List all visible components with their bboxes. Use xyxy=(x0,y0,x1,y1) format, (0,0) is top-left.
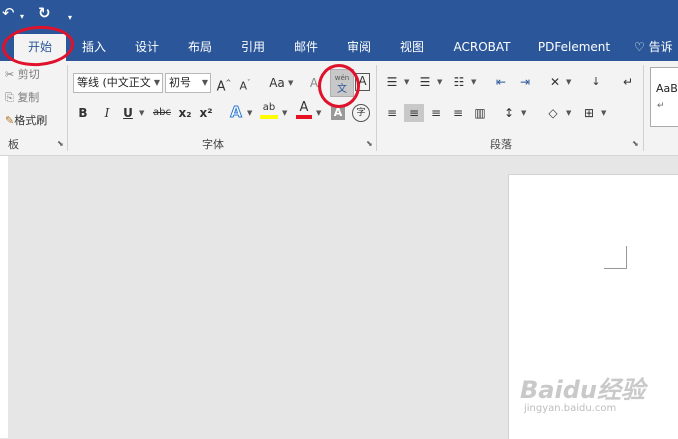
clipboard-group-label: 板 xyxy=(8,138,19,151)
change-case-button[interactable]: Aa xyxy=(266,74,288,92)
tab-insert[interactable]: 插入 xyxy=(74,34,114,61)
tab-design[interactable]: 设计 xyxy=(127,34,167,61)
group-separator xyxy=(643,65,644,151)
highlight-button[interactable]: ab xyxy=(260,101,278,119)
enclose-characters-button[interactable]: 字 xyxy=(352,104,370,122)
cut-label: 剪切 xyxy=(17,68,40,81)
tab-references[interactable]: 引用 xyxy=(233,34,273,61)
underline-button[interactable]: U xyxy=(121,104,135,122)
grow-font-button[interactable]: A^ xyxy=(216,74,232,96)
group-separator xyxy=(67,65,68,151)
distributed-icon[interactable]: ▥ xyxy=(471,104,489,122)
chevron-down-icon[interactable]: ▼ xyxy=(247,104,252,122)
chevron-down-icon[interactable]: ▼ xyxy=(566,104,571,122)
annotation-circle-phonetic xyxy=(318,64,360,108)
format-painter-button[interactable]: ✎格式刷 xyxy=(5,113,47,129)
redo-icon[interactable]: ↻ xyxy=(38,4,51,22)
subscript-button[interactable]: x₂ xyxy=(177,104,193,122)
font-size-value: 初号 xyxy=(169,76,191,89)
chevron-down-icon[interactable]: ▼ xyxy=(139,104,144,122)
font-group-label: 字体 xyxy=(202,138,224,151)
justify-icon[interactable]: ≡ xyxy=(449,104,467,122)
format-painter-label: 格式刷 xyxy=(14,114,48,127)
scissors-icon: ✂ xyxy=(5,68,15,81)
strikethrough-button[interactable]: abc xyxy=(151,104,173,122)
paragraph-launcher-icon[interactable]: ⬊ xyxy=(632,139,639,148)
tab-layout[interactable]: 布局 xyxy=(180,34,220,61)
sort-icon[interactable]: ↓ xyxy=(588,73,604,91)
tell-me-label: 告诉 xyxy=(648,40,673,54)
tab-review[interactable]: 审阅 xyxy=(339,34,379,61)
show-formatting-icon[interactable]: ↵ xyxy=(620,73,636,91)
chevron-down-icon[interactable]: ▼ xyxy=(282,104,287,122)
bullets-icon[interactable]: ☰ xyxy=(383,73,401,91)
font-name-value: 等线 (中文正文 xyxy=(77,76,151,89)
font-launcher-icon[interactable]: ⬊ xyxy=(366,139,373,148)
style-sample-text: AaBb xyxy=(656,82,678,95)
align-center-icon[interactable]: ≡ xyxy=(404,104,424,122)
chevron-down-icon: ▼ xyxy=(201,78,208,87)
copy-icon: ⎘ xyxy=(5,91,14,104)
title-bar: ↶ ▾ ↻ ▾ xyxy=(0,0,678,34)
numbering-icon[interactable]: ☰ xyxy=(416,73,434,91)
shading-icon[interactable]: ◇ xyxy=(544,104,562,122)
copy-label: 复制 xyxy=(17,91,40,104)
chevron-down-icon[interactable]: ▼ xyxy=(601,104,606,122)
chevron-down-icon[interactable]: ▼ xyxy=(404,73,409,91)
style-gallery-item[interactable]: AaBb ↵ xyxy=(650,67,678,127)
font-size-combo[interactable]: 初号 ▼ xyxy=(165,73,211,93)
borders-icon[interactable]: ⊞ xyxy=(580,104,598,122)
paragraph-group-label: 段落 xyxy=(490,138,512,151)
paragraph-mark-icon: ↵ xyxy=(657,101,665,111)
text-effects-button[interactable]: A xyxy=(228,103,244,122)
align-left-icon[interactable]: ≡ xyxy=(383,104,401,122)
paintbrush-icon: ✎ xyxy=(5,114,15,127)
tab-pdfelement[interactable]: PDFelement xyxy=(530,34,618,61)
undo-icon[interactable]: ↶ xyxy=(2,4,15,22)
font-color-button[interactable]: A xyxy=(296,101,312,119)
copy-button[interactable]: ⎘ 复制 xyxy=(5,90,39,106)
page-margin-corner xyxy=(604,246,627,269)
multilevel-list-icon[interactable]: ☷ xyxy=(450,73,468,91)
ribbon-tabs: 开始 插入 设计 布局 引用 邮件 审阅 视图 ACROBAT PDFeleme… xyxy=(0,34,678,61)
chevron-down-icon[interactable]: ▼ xyxy=(288,74,293,92)
italic-button[interactable]: I xyxy=(100,104,114,122)
chevron-down-icon: ▼ xyxy=(153,78,160,87)
chevron-down-icon[interactable]: ▼ xyxy=(471,73,476,91)
lightbulb-icon: ♡ xyxy=(634,40,645,54)
tab-view[interactable]: 视图 xyxy=(392,34,432,61)
align-right-icon[interactable]: ≡ xyxy=(427,104,445,122)
watermark-url: jingyan.baidu.com xyxy=(524,403,617,414)
asian-layout-icon[interactable]: ✕ xyxy=(546,73,564,91)
chevron-down-icon[interactable]: ▼ xyxy=(437,73,442,91)
shrink-font-button[interactable]: Aˇ xyxy=(237,74,253,96)
font-name-combo[interactable]: 等线 (中文正文 ▼ xyxy=(73,73,163,93)
line-spacing-icon[interactable]: ↕ xyxy=(500,104,518,122)
undo-dropdown-icon[interactable]: ▾ xyxy=(20,8,24,26)
chevron-down-icon[interactable]: ▼ xyxy=(521,104,526,122)
tell-me-box[interactable]: ♡ 告诉 xyxy=(634,34,678,61)
clipboard-launcher-icon[interactable]: ⬊ xyxy=(57,139,64,148)
increase-indent-icon[interactable]: ⇥ xyxy=(516,73,534,91)
baidu-watermark: Baidu经验 xyxy=(520,376,645,404)
superscript-button[interactable]: x² xyxy=(198,104,214,122)
bold-button[interactable]: B xyxy=(76,104,90,122)
document-left-edge xyxy=(0,156,8,438)
decrease-indent-icon[interactable]: ⇤ xyxy=(492,73,510,91)
chevron-down-icon[interactable]: ▼ xyxy=(566,73,571,91)
group-separator xyxy=(376,65,377,151)
tab-acrobat[interactable]: ACROBAT xyxy=(446,34,518,61)
chevron-down-icon[interactable]: ▼ xyxy=(316,104,321,122)
cut-button[interactable]: ✂ 剪切 xyxy=(5,67,40,83)
customize-toolbar-icon[interactable]: ▾ xyxy=(68,9,72,27)
tab-mailings[interactable]: 邮件 xyxy=(286,34,326,61)
